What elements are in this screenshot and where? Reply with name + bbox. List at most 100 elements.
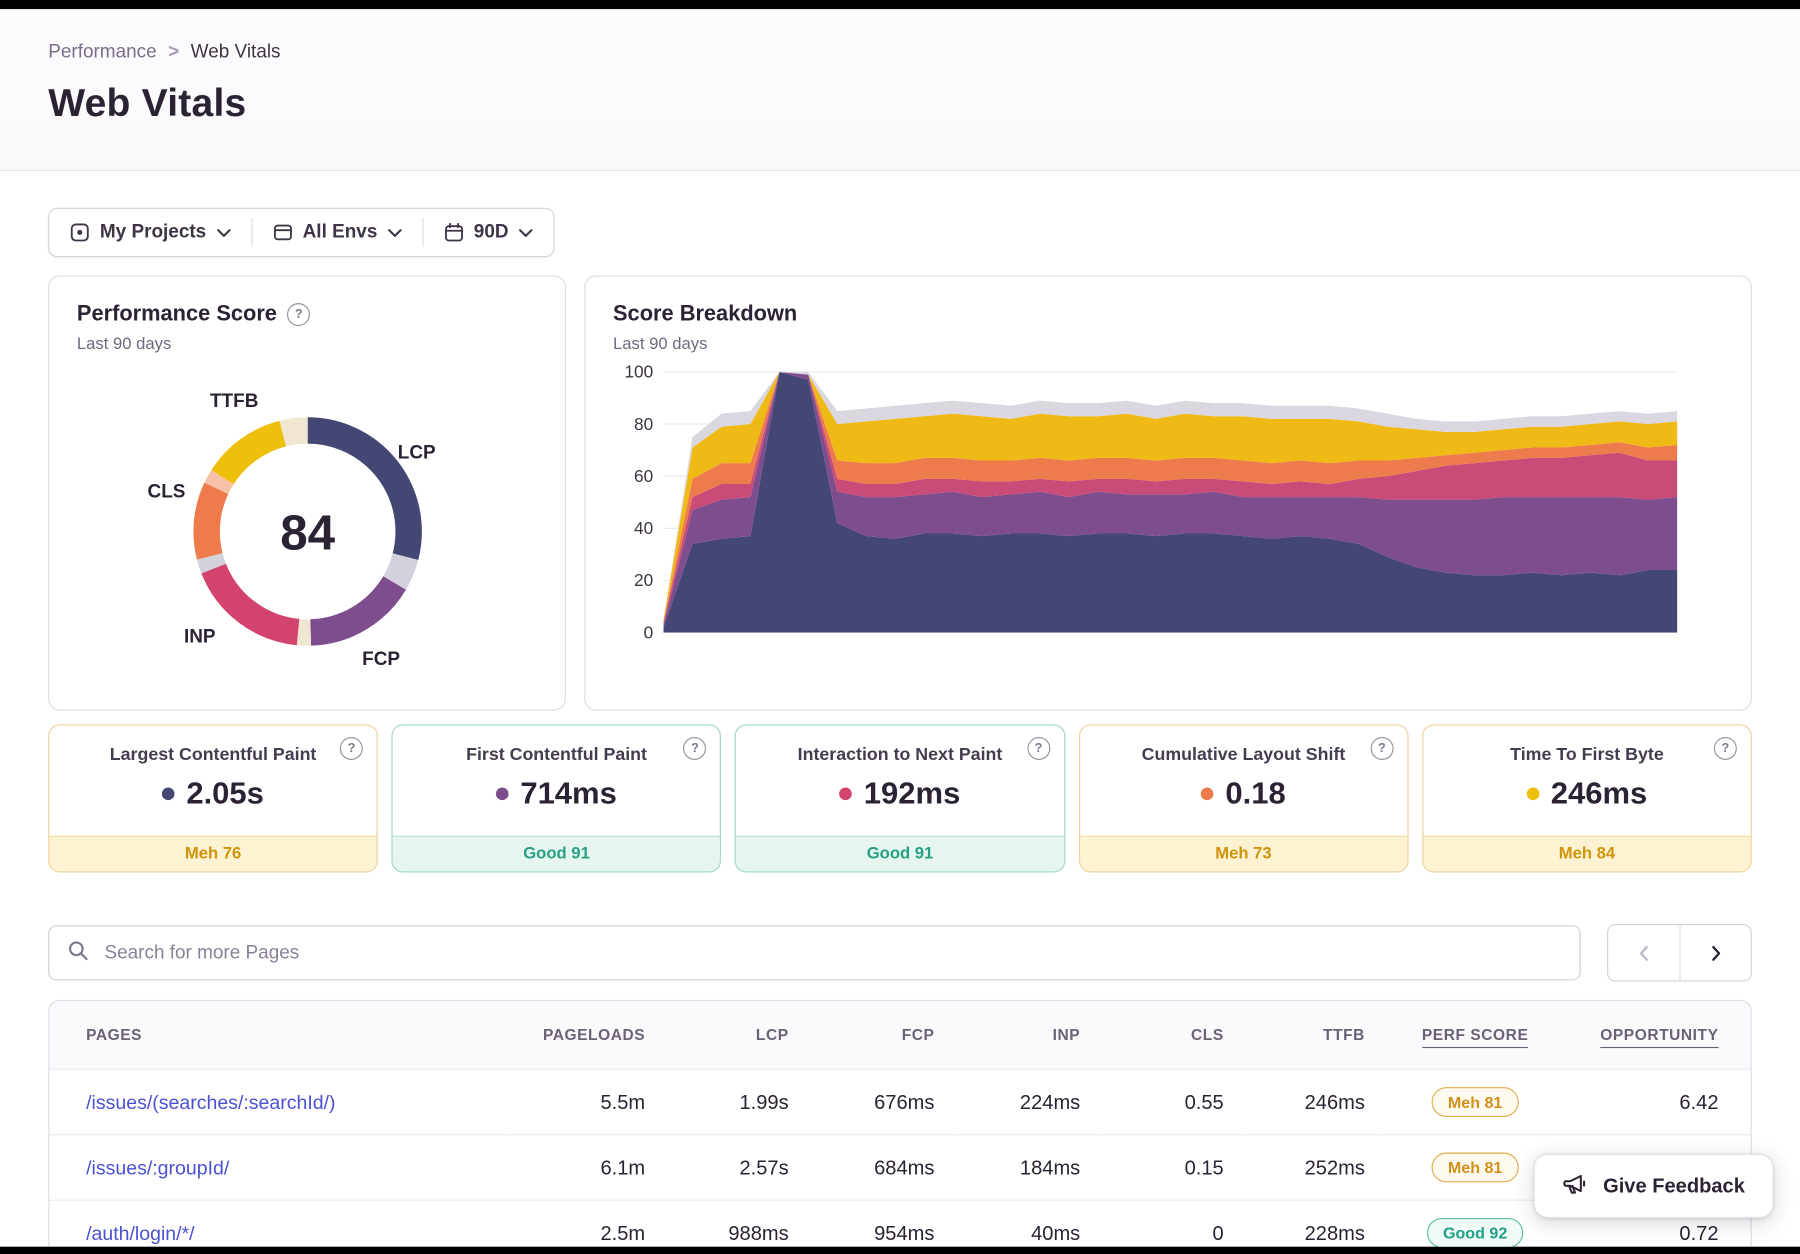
performance-score-subtitle: Last 90 days	[76, 335, 172, 354]
vital-value: 2.05s	[186, 776, 264, 811]
y-axis-tick-label: 60	[634, 466, 653, 486]
page-link[interactable]: /auth/login/*/	[86, 1222, 195, 1244]
project-filter-button[interactable]: My Projects	[49, 209, 251, 256]
vital-value: 246ms	[1550, 776, 1648, 811]
performance-score-panel: Performance Score ? Last 90 days 84 TTFB…	[48, 275, 566, 711]
pages-table: PAGES PAGELOADS LCP FCP INP CLS TTFB PERF SCORE…	[48, 999, 1752, 1247]
cls-cell: 0.15	[1098, 1134, 1243, 1201]
column-header-fcp[interactable]: FCP	[807, 1001, 953, 1069]
lcp-cell: 988ms	[663, 1199, 808, 1247]
help-icon[interactable]: ?	[1370, 736, 1394, 760]
donut-label-lcp: LCP	[397, 442, 436, 464]
calendar-icon	[444, 222, 464, 243]
previous-page-button[interactable]	[1608, 925, 1680, 981]
ttfb-cell: 252ms	[1242, 1134, 1384, 1201]
fcp-cell: 954ms	[807, 1199, 953, 1247]
vital-status-badge[interactable]: Good 91	[392, 835, 721, 872]
main-content: My Projects All Envs 90D Performance Sco…	[0, 171, 1800, 1247]
page-link[interactable]: /issues/(searches/:searchId/)	[86, 1091, 335, 1113]
panels-row: Performance Score ? Last 90 days 84 TTFB…	[48, 275, 1752, 711]
vital-value: 192ms	[863, 776, 961, 811]
environment-icon	[273, 223, 293, 243]
fcp-cell: 676ms	[807, 1068, 953, 1135]
help-icon[interactable]: ?	[287, 303, 311, 327]
vital-color-dot	[496, 787, 509, 801]
score-breakdown-subtitle: Last 90 days	[613, 335, 708, 354]
vital-status-badge[interactable]: Meh 84	[1423, 835, 1751, 872]
pageloads-cell: 2.5m	[508, 1199, 664, 1247]
chevron-down-icon	[519, 228, 533, 237]
search-icon	[68, 940, 89, 966]
pageloads-cell: 5.5m	[508, 1068, 664, 1135]
perf-score-badge: Meh 81	[1431, 1087, 1519, 1117]
column-header-inp[interactable]: INP	[953, 1001, 1099, 1069]
fcp-cell: 684ms	[807, 1134, 953, 1201]
date-range-filter-button[interactable]: 90D	[423, 209, 553, 256]
breadcrumb-separator-icon: >	[168, 41, 180, 62]
vitals-cards-row: ? Largest Contentful Paint 2.05s Meh 76 …	[48, 724, 1752, 873]
environment-filter-label: All Envs	[302, 221, 378, 243]
opportunity-cell: 6.42	[1566, 1068, 1751, 1135]
chevron-down-icon	[216, 228, 231, 237]
vital-status-badge[interactable]: Meh 73	[1079, 835, 1408, 872]
help-icon[interactable]: ?	[1713, 736, 1737, 760]
y-axis-tick-label: 20	[634, 570, 653, 590]
donut-label-cls: CLS	[147, 481, 186, 503]
vital-card: ? Cumulative Layout Shift 0.18 Meh 73	[1078, 724, 1409, 873]
score-breakdown-title: Score Breakdown	[613, 301, 798, 327]
perf-score-badge: Good 92	[1426, 1217, 1524, 1247]
donut-label-inp: INP	[183, 626, 216, 647]
search-input-wrap	[48, 925, 1581, 981]
vital-title: Cumulative Layout Shift	[1141, 745, 1346, 765]
column-header-cls[interactable]: CLS	[1099, 1001, 1242, 1069]
vital-value: 0.18	[1225, 776, 1286, 811]
breadcrumb-performance[interactable]: Performance	[48, 41, 156, 63]
table-row[interactable]: /issues/:groupId/6.1m 2.57s 684ms 184ms 0.15…	[49, 1134, 1751, 1201]
inp-cell: 40ms	[952, 1199, 1099, 1247]
table-row[interactable]: /issues/(searches/:searchId/) 5.5m 1.99s 67…	[49, 1068, 1751, 1135]
performance-score-title: Performance Score	[76, 301, 277, 327]
column-header-perf-score[interactable]: PERF SCORE	[1383, 1001, 1567, 1069]
vital-card: ? Time To First Byte 246ms Meh 84	[1422, 724, 1752, 873]
column-header-ttfb[interactable]: TTFB	[1242, 1001, 1383, 1069]
y-axis-tick-label: 80	[634, 414, 653, 434]
page-header: Performance > Web Vitals Web Vitals	[0, 9, 1800, 172]
page-link[interactable]: /issues/:groupId/	[86, 1157, 229, 1179]
give-feedback-button[interactable]: Give Feedback	[1534, 1153, 1774, 1218]
vital-value: 714ms	[520, 776, 617, 811]
vital-status-badge[interactable]: Meh 76	[49, 835, 377, 872]
projects-icon	[70, 223, 90, 243]
inp-cell: 224ms	[952, 1068, 1099, 1135]
lcp-cell: 1.99s	[663, 1068, 808, 1135]
help-icon[interactable]: ?	[1026, 736, 1050, 760]
column-header-pageloads[interactable]: PAGELOADS	[509, 1001, 664, 1069]
column-header-opportunity[interactable]: OPPORTUNITY	[1567, 1001, 1751, 1069]
vital-status-badge[interactable]: Good 91	[736, 835, 1064, 872]
cls-cell: 0.55	[1098, 1068, 1243, 1135]
screen: Performance > Web Vitals Web Vitals My P…	[0, 0, 1800, 1254]
filter-bar: My Projects All Envs 90D	[48, 207, 555, 258]
vital-card: ? First Contentful Paint 714ms Good 91	[391, 724, 722, 873]
breadcrumb-web-vitals: Web Vitals	[190, 41, 281, 62]
vital-color-dot	[839, 787, 853, 801]
next-page-button[interactable]	[1679, 925, 1751, 981]
table-row[interactable]: /auth/login/*/ 2.5m 988ms 954ms 40ms 0 228ms Go…	[49, 1199, 1751, 1247]
pagination	[1607, 924, 1752, 982]
score-breakdown-panel: Score Breakdown Last 90 days 0 20 40 60 80 10…	[584, 275, 1752, 711]
column-header-lcp[interactable]: LCP	[664, 1001, 807, 1069]
search-input[interactable]	[102, 940, 1562, 965]
environment-filter-button[interactable]: All Envs	[252, 209, 422, 256]
project-filter-label: My Projects	[99, 221, 207, 243]
breadcrumb: Performance > Web Vitals	[48, 41, 1752, 63]
column-header-pages[interactable]: PAGES	[49, 1001, 508, 1069]
vital-color-dot	[1201, 787, 1214, 801]
ttfb-cell: 228ms	[1242, 1199, 1384, 1247]
donut-label-ttfb: TTFB	[209, 390, 259, 412]
web-vitals-page: Performance > Web Vitals Web Vitals My P…	[0, 9, 1800, 1247]
y-axis-tick-label: 40	[634, 518, 653, 538]
cls-cell: 0	[1098, 1199, 1243, 1247]
give-feedback-label: Give Feedback	[1603, 1173, 1745, 1197]
vital-title: First Contentful Paint	[466, 745, 647, 765]
vital-card: ? Interaction to Next Paint 192ms Good 9…	[735, 724, 1065, 873]
y-axis-tick-label: 100	[624, 363, 653, 382]
